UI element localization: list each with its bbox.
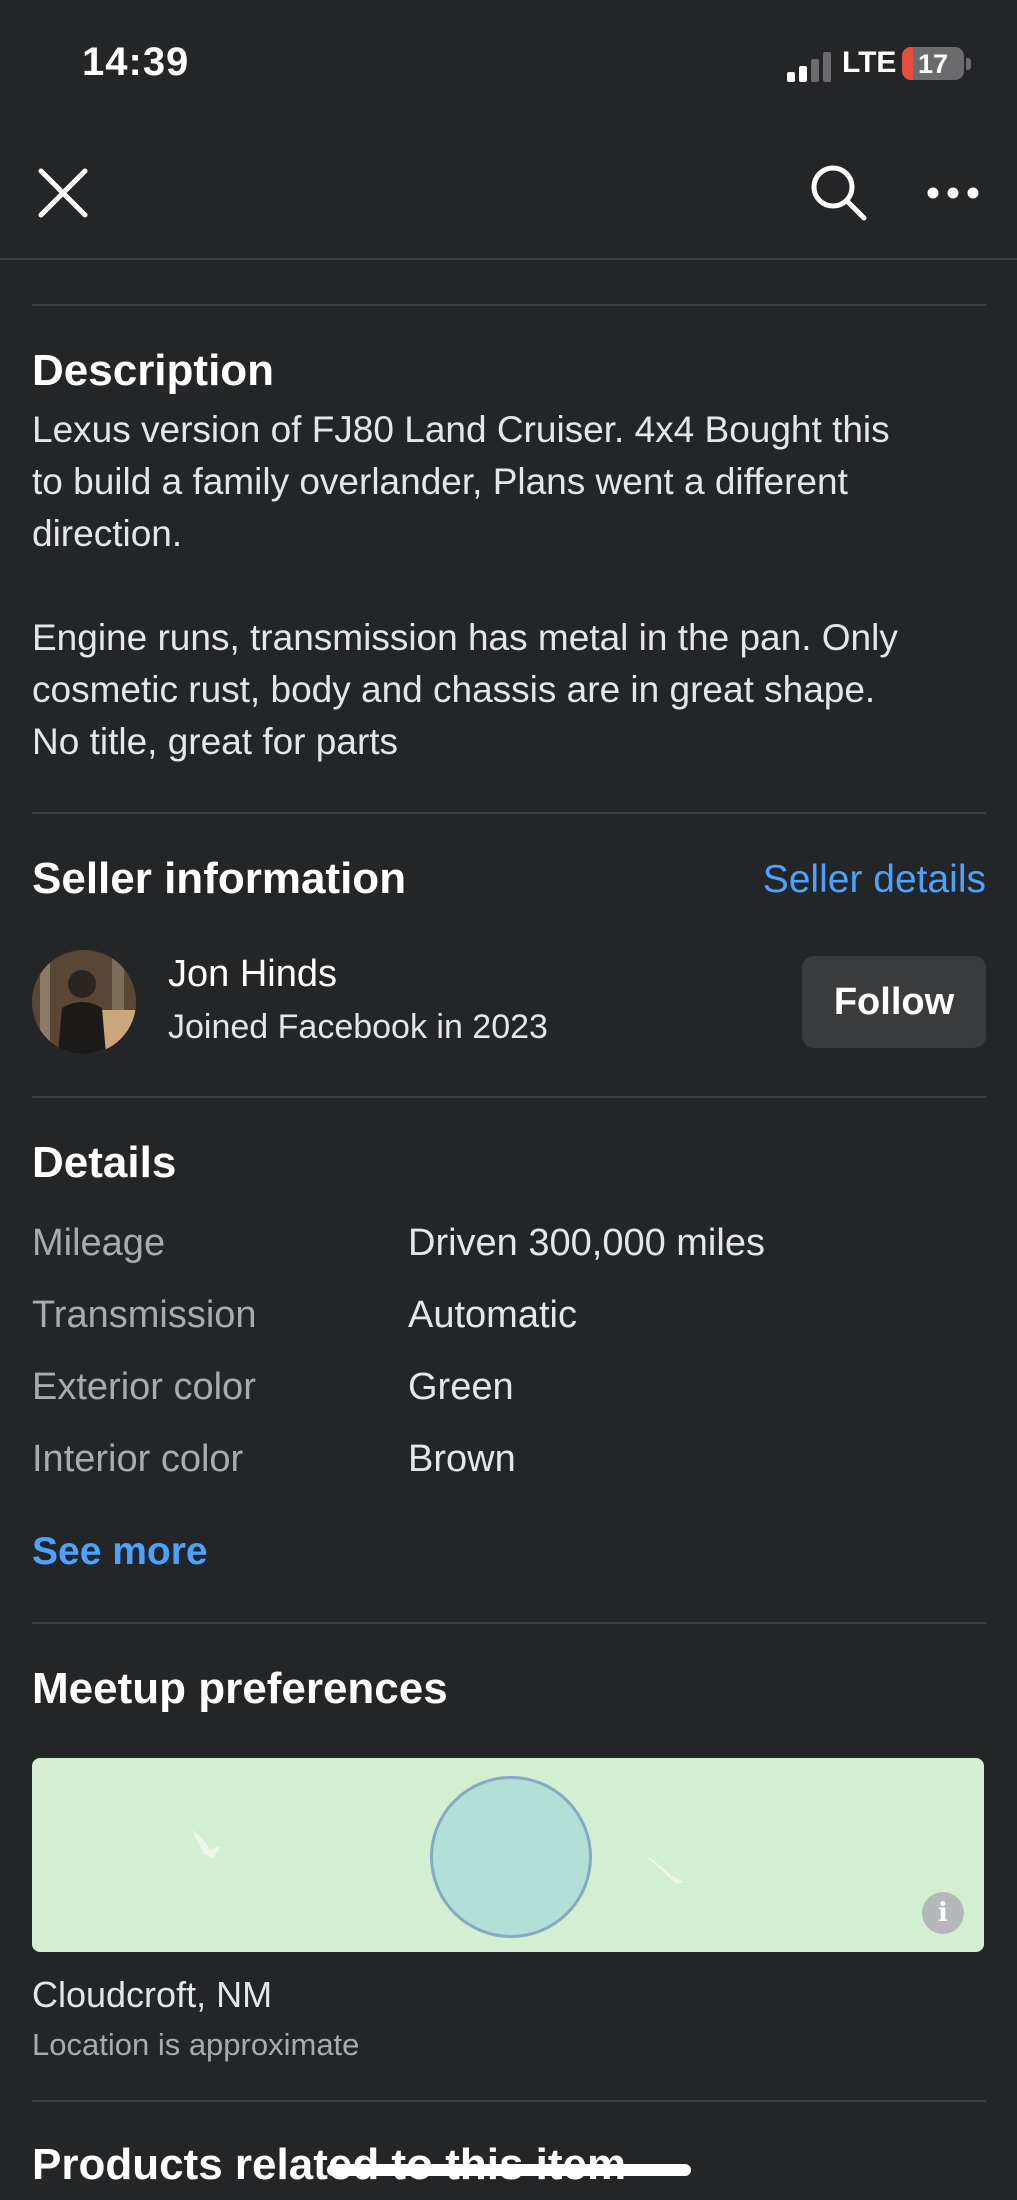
- meetup-title: Meetup preferences: [32, 1664, 448, 1713]
- network-label: LTE: [842, 46, 897, 79]
- divider: [32, 304, 986, 306]
- details-title: Details: [32, 1138, 177, 1187]
- detail-value-mileage: Driven 300,000 miles: [408, 1222, 765, 1264]
- detail-label-interior-color: Interior color: [32, 1438, 244, 1480]
- description-title: Description: [32, 346, 275, 395]
- status-bar: 14:39 LTE 17: [0, 0, 1017, 130]
- avatar[interactable]: [32, 950, 136, 1054]
- detail-value-transmission: Automatic: [408, 1294, 577, 1336]
- more-icon[interactable]: [920, 160, 986, 226]
- info-icon[interactable]: i: [922, 1892, 964, 1934]
- description-paragraph-1: Lexus version of FJ80 Land Cruiser. 4x4 …: [32, 409, 890, 554]
- approximate-location-circle: [430, 1776, 592, 1938]
- location-note: Location is approximate: [32, 2027, 360, 2062]
- detail-value-exterior-color: Green: [408, 1366, 514, 1408]
- location-map[interactable]: i: [32, 1758, 984, 1952]
- detail-label-mileage: Mileage: [32, 1222, 166, 1264]
- meetup-location: Cloudcroft, NM: [32, 1974, 273, 2015]
- seller-name[interactable]: Jon Hinds: [168, 953, 337, 996]
- seller-joined: Joined Facebook in 2023: [168, 1008, 548, 1046]
- close-icon[interactable]: [30, 160, 96, 226]
- divider: [32, 1096, 986, 1098]
- status-time: 14:39: [82, 40, 190, 84]
- battery-tip: [966, 58, 971, 70]
- divider: [32, 2100, 986, 2102]
- description-paragraph-2: Engine runs, transmission has metal in t…: [32, 617, 898, 762]
- divider: [32, 1622, 986, 1624]
- battery-level: 17: [917, 49, 949, 79]
- divider: [32, 812, 986, 814]
- seller-info-title: Seller information: [32, 854, 407, 903]
- detail-label-exterior-color: Exterior color: [32, 1366, 256, 1408]
- seller-details-link[interactable]: Seller details: [763, 858, 986, 902]
- search-icon[interactable]: [806, 160, 872, 226]
- see-more-link[interactable]: See more: [32, 1530, 208, 1574]
- home-indicator: [327, 2164, 691, 2176]
- detail-value-interior-color: Brown: [408, 1438, 516, 1480]
- signal-icon: [787, 52, 831, 82]
- follow-button[interactable]: Follow: [802, 956, 986, 1048]
- top-nav: [0, 130, 1017, 260]
- detail-label-transmission: Transmission: [32, 1294, 257, 1336]
- battery-icon: 17: [902, 47, 964, 80]
